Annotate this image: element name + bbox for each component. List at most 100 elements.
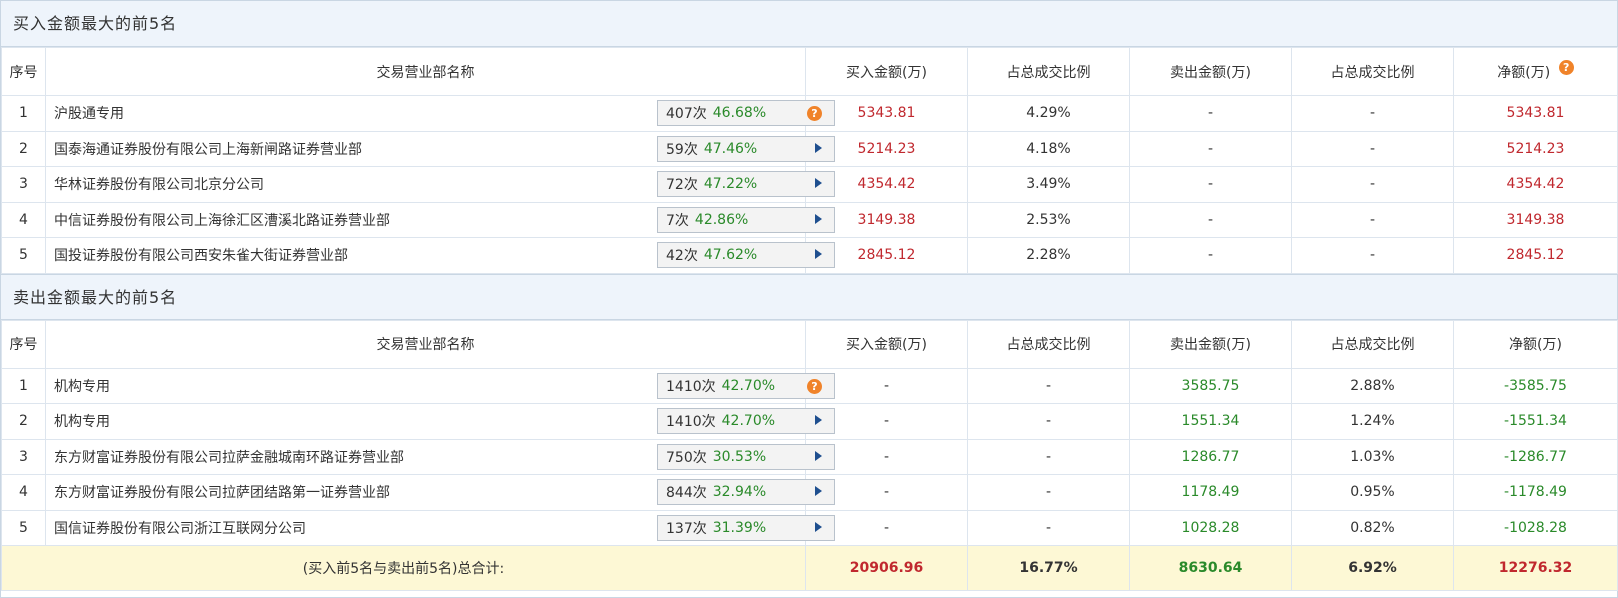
branch-name[interactable]: 国信证券股份有限公司浙江互联网分公司 [54,518,306,538]
totals-net: 12276.32 [1453,545,1618,591]
trade-count: 750次 [666,449,707,466]
totals-sell-pct: 6.92% [1291,545,1454,591]
branch-name[interactable]: 机构专用 [54,411,110,431]
history-stat-box[interactable]: 1410次 42.70% [657,408,835,435]
play-icon[interactable] [815,249,822,260]
buy-ratio: 3.49% [967,166,1130,203]
sell-ratio: - [1291,201,1454,238]
header-name: 交易营业部名称 [45,319,806,369]
row-no: 1 [1,367,46,404]
row-no: 2 [1,130,46,167]
buy-ratio: - [967,403,1130,440]
row-no: 2 [1,403,46,440]
header-sell: 卖出金额(万) [1129,319,1292,369]
history-stat-box[interactable]: 407次 46.68%? [657,100,835,127]
totals-label: (买入前5名与卖出前5名)总合计: [1,545,806,591]
history-stat-box[interactable]: 59次 47.46% [657,135,835,162]
table-row: 3 华林证券股份有限公司北京分公司 72次 47.22% 4354.42 3.49% - -4… [1,166,1618,203]
branch-name[interactable]: 华林证券股份有限公司北京分公司 [54,174,264,194]
play-icon[interactable] [815,486,822,497]
win-rate: 47.46% [703,140,758,157]
branch-name[interactable]: 东方财富证券股份有限公司拉萨团结路第一证券营业部 [54,482,390,502]
header-buy: 买入金额(万) [805,319,968,369]
sell-ratio: 1.24% [1291,403,1454,440]
sell-amount: 1551.34 [1129,403,1292,440]
net-amount: 4354.42 [1453,166,1618,203]
header-net: 净额(万) [1453,319,1618,369]
sell-amount: 1028.28 [1129,509,1292,546]
branch-name[interactable]: 沪股通专用 [54,103,124,123]
sell-table: 序号 交易营业部名称 买入金额(万) 占总成交比例 卖出金额(万) 占总成交比例… [1,319,1618,591]
play-icon[interactable] [815,213,822,224]
totals-sell: 8630.64 [1129,545,1292,591]
header-no: 序号 [1,319,46,369]
sell-ratio: 0.95% [1291,474,1454,511]
totals-buy-pct: 16.77% [967,545,1130,591]
sell-ratio: - [1291,237,1454,274]
history-stat-box[interactable]: 844次 32.94% [657,479,835,506]
row-no: 4 [1,474,46,511]
branch-cell: 东方财富证券股份有限公司拉萨团结路第一证券营业部 844次 32.94% [45,474,835,511]
branch-name[interactable]: 国泰海通证券股份有限公司上海新闸路证券营业部 [54,139,362,159]
history-stat-box[interactable]: 137次 31.39% [657,514,835,541]
branch-cell: 国泰海通证券股份有限公司上海新闸路证券营业部 59次 47.46% [45,130,835,167]
win-rate: 42.86% [694,211,749,228]
buy-table: 序号 交易营业部名称 买入金额(万) 占总成交比例 卖出金额(万) 占总成交比例… [1,47,1618,274]
row-no: 1 [1,95,46,132]
history-stat-box[interactable]: 72次 47.22% [657,171,835,198]
buy-table-header: 序号 交易营业部名称 买入金额(万) 占总成交比例 卖出金额(万) 占总成交比例… [1,47,1618,96]
trade-count: 1410次 [666,414,716,431]
sell-ratio: - [1291,130,1454,167]
branch-cell: 机构专用 1410次 42.70% [45,403,835,440]
trade-count: 7次 [666,212,689,229]
branch-cell: 机构专用 1410次 42.70%? [45,367,835,404]
sell-amount: - [1129,237,1292,274]
branch-cell: 华林证券股份有限公司北京分公司 72次 47.22% [45,166,835,203]
play-icon[interactable] [815,521,822,532]
trade-count: 407次 [666,106,707,123]
branch-cell: 沪股通专用 407次 46.68%? [45,95,835,132]
sell-amount: 1286.77 [1129,438,1292,475]
table-row: 4 中信证券股份有限公司上海徐汇区漕溪北路证券营业部 7次 42.86% 3149.38… [1,201,1618,238]
play-icon[interactable] [815,450,822,461]
header-buy-pct: 占总成交比例 [967,47,1130,96]
branch-name[interactable]: 东方财富证券股份有限公司拉萨金融城南环路证券营业部 [54,447,404,467]
play-icon[interactable] [815,178,822,189]
header-buy-pct: 占总成交比例 [967,319,1130,369]
sell-amount: - [1129,166,1292,203]
history-stat-box[interactable]: 7次 42.86% [657,206,835,233]
win-rate: 47.22% [703,176,758,193]
branch-name[interactable]: 国投证券股份有限公司西安朱雀大街证券营业部 [54,245,348,265]
play-icon[interactable] [815,415,822,426]
buy-ratio: 2.53% [967,201,1130,238]
totals-row: (买入前5名与卖出前5名)总合计: 20906.96 16.77% 8630.6… [1,545,1618,591]
row-no: 3 [1,438,46,475]
history-stat-box[interactable]: 1410次 42.70%? [657,372,835,399]
buy-ratio: 4.29% [967,95,1130,132]
buy-ratio: 2.28% [967,237,1130,274]
buy-ratio: - [967,509,1130,546]
play-icon[interactable] [815,142,822,153]
branch-name[interactable]: 机构专用 [54,376,110,396]
question-icon[interactable]: ? [807,106,822,122]
branch-cell: 国投证券股份有限公司西安朱雀大街证券营业部 42次 47.62% [45,237,835,274]
branch-name[interactable]: 中信证券股份有限公司上海徐汇区漕溪北路证券营业部 [54,210,390,230]
table-row: 1 沪股通专用 407次 46.68%? 5343.81 4.29% - -5343.81 [1,95,1618,132]
branch-cell: 东方财富证券股份有限公司拉萨金融城南环路证券营业部 750次 30.53% [45,438,835,475]
question-icon[interactable]: ? [807,378,822,394]
sell-ratio: - [1291,166,1454,203]
win-rate: 31.39% [712,519,767,536]
sell-table-header: 序号 交易营业部名称 买入金额(万) 占总成交比例 卖出金额(万) 占总成交比例… [1,319,1618,369]
trade-count: 59次 [666,141,698,158]
totals-buy: 20906.96 [805,545,968,591]
sell-amount: - [1129,130,1292,167]
sell-amount: - [1129,95,1292,132]
history-stat-box[interactable]: 42次 47.62% [657,242,835,269]
sell-ratio: 2.88% [1291,367,1454,404]
header-sell-pct: 占总成交比例 [1291,47,1454,96]
trade-count: 1410次 [666,378,716,395]
net-amount: -1178.49 [1453,474,1618,511]
net-amount: 5343.81 [1453,95,1618,132]
history-stat-box[interactable]: 750次 30.53% [657,443,835,470]
question-icon[interactable]: ? [1558,59,1574,75]
